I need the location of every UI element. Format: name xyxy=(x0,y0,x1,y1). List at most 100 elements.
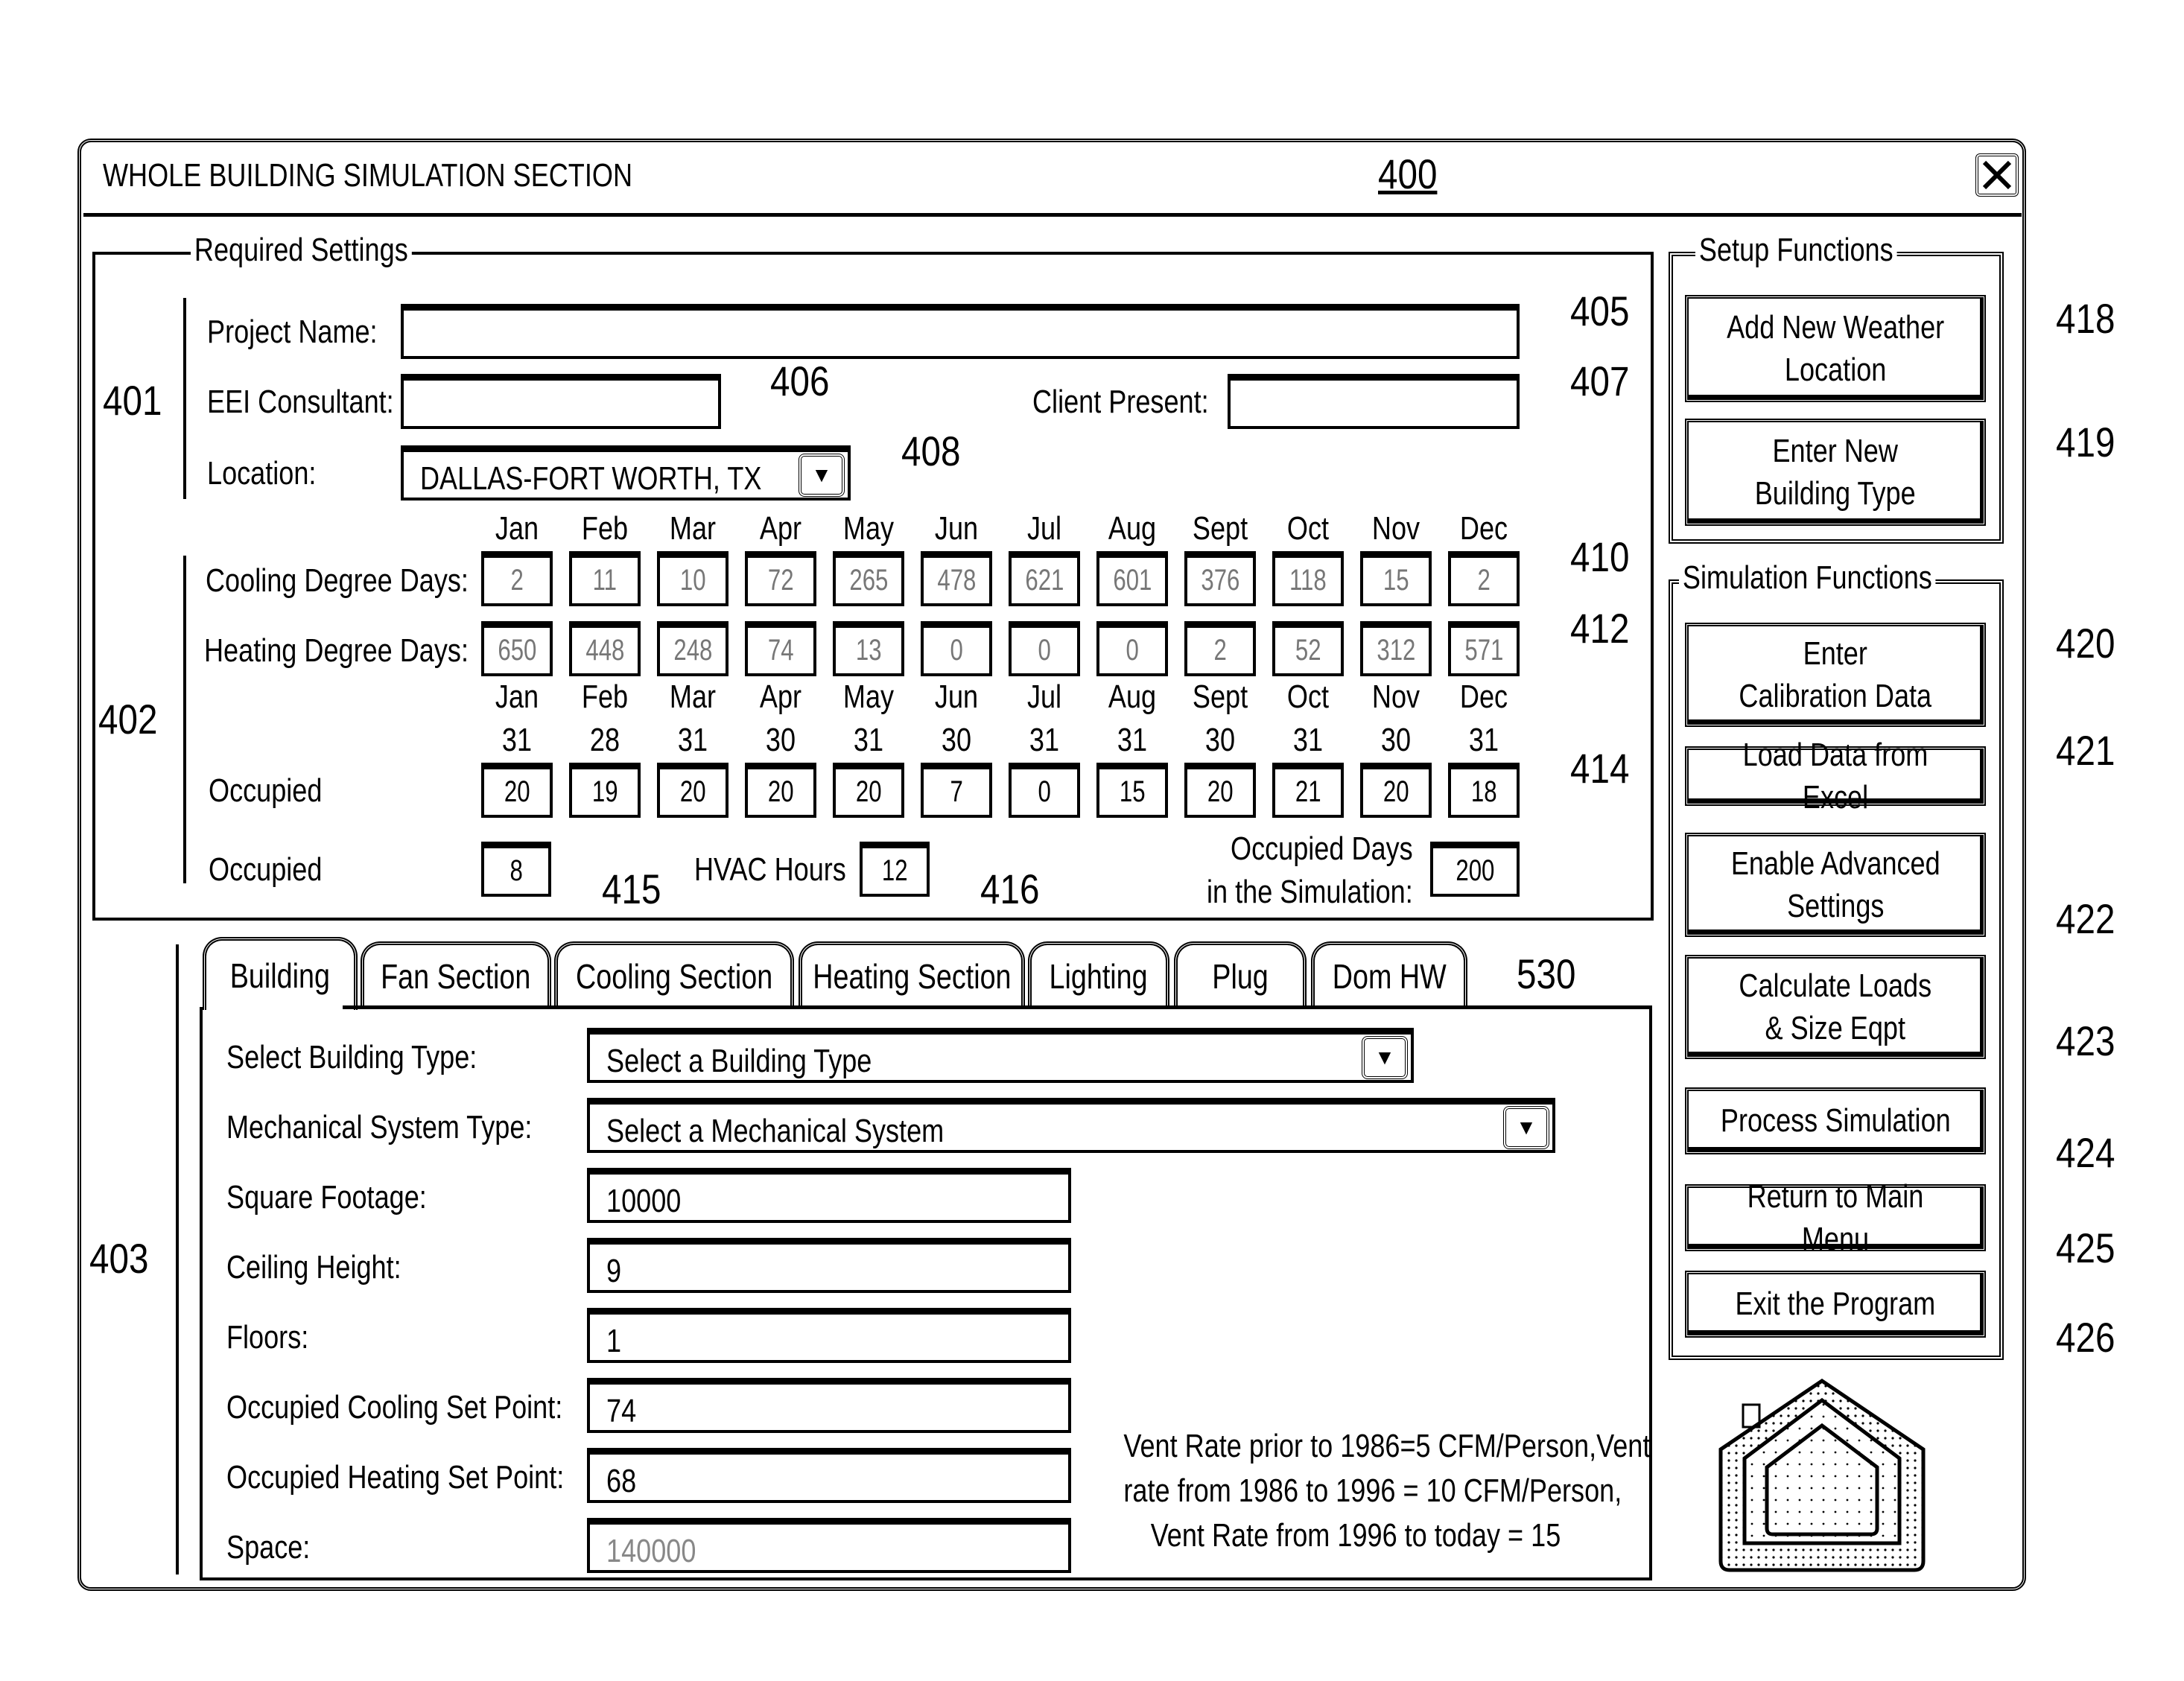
close-button[interactable] xyxy=(1975,153,2019,197)
heating-degree-day-cell[interactable]: 2 xyxy=(1184,621,1256,676)
figure-ref-400: 400 xyxy=(1378,150,1438,197)
cooling-degree-day-cell[interactable]: 478 xyxy=(921,551,992,606)
cooling-degree-day-cell[interactable]: 376 xyxy=(1184,551,1256,606)
heating-degree-day-cell-value: 248 xyxy=(673,634,713,667)
occupied-days-cell[interactable]: 21 xyxy=(1272,763,1344,818)
cooling-degree-day-cell[interactable]: 2 xyxy=(1448,551,1520,606)
cooling-degree-day-cell[interactable]: 118 xyxy=(1272,551,1344,606)
tab-label: Fan Section xyxy=(381,956,531,996)
tab-lighting[interactable]: Lighting xyxy=(1028,941,1169,1007)
enter-new-building-type-button[interactable]: Enter New Building Type xyxy=(1685,419,1986,526)
occupied-days-cell[interactable]: 20 xyxy=(833,763,904,818)
floors-label: Floors: xyxy=(226,1319,309,1356)
occupied-days-cell[interactable]: 20 xyxy=(1360,763,1432,818)
heating-set-point-input[interactable]: 68 xyxy=(587,1448,1071,1503)
heating-degree-day-cell[interactable]: 0 xyxy=(1096,621,1168,676)
month-label: Dec xyxy=(1459,679,1508,715)
tab-fan-section[interactable]: Fan Section xyxy=(361,941,551,1007)
client-present-input[interactable] xyxy=(1228,374,1520,429)
cooling-degree-day-cell[interactable]: 601 xyxy=(1096,551,1168,606)
cooling-set-point-label: Occupied Cooling Set Point: xyxy=(226,1389,563,1426)
cooling-degree-day-cell-value: 2 xyxy=(510,564,524,597)
ceiling-height-input[interactable]: 9 xyxy=(587,1238,1071,1293)
days-in-month-label: 31 xyxy=(1292,722,1324,758)
square-footage-input[interactable]: 10000 xyxy=(587,1168,1071,1223)
ceiling-height-value: 9 xyxy=(606,1253,622,1289)
heating-degree-day-cell-value: 74 xyxy=(767,634,794,667)
cooling-degree-day-cell[interactable]: 2 xyxy=(481,551,553,606)
enter-calibration-data-button[interactable]: Enter Calibration Data xyxy=(1685,623,1986,727)
square-footage-value: 10000 xyxy=(606,1183,682,1219)
occupied-days-cell[interactable]: 19 xyxy=(569,763,641,818)
tab-dom-hw[interactable]: Dom HW xyxy=(1311,941,1467,1007)
occupied-days-cell[interactable]: 0 xyxy=(1009,763,1080,818)
occupied-days-cell[interactable]: 20 xyxy=(657,763,728,818)
heating-degree-day-cell[interactable]: 312 xyxy=(1360,621,1432,676)
occupied-days-sim-label-2: in the Simulation: xyxy=(1207,874,1413,910)
dropdown-button[interactable]: ▼ xyxy=(1503,1106,1549,1149)
heating-degree-day-cell[interactable]: 0 xyxy=(921,621,992,676)
dropdown-button[interactable]: ▼ xyxy=(1362,1036,1408,1079)
return-to-main-menu-button[interactable]: Return to Main Menu xyxy=(1685,1178,1986,1257)
ref-418: 418 xyxy=(2056,295,2115,342)
heating-degree-day-cell[interactable]: 0 xyxy=(1009,621,1080,676)
cooling-degree-day-cell[interactable]: 265 xyxy=(833,551,904,606)
cooling-degree-day-cell[interactable]: 10 xyxy=(657,551,728,606)
heating-degree-day-cell[interactable]: 650 xyxy=(481,621,553,676)
floors-input[interactable]: 1 xyxy=(587,1308,1071,1363)
mechanical-system-select[interactable]: Select a Mechanical System ▼ xyxy=(587,1098,1555,1153)
exit-the-program-button[interactable]: Exit the Program xyxy=(1685,1271,1986,1338)
occupied-hours-label: Occupied xyxy=(209,851,323,888)
days-in-month-label: 31 xyxy=(1117,722,1148,758)
cooling-degree-day-cell[interactable]: 11 xyxy=(569,551,641,606)
heating-degree-day-cell[interactable]: 13 xyxy=(833,621,904,676)
floors-value: 1 xyxy=(606,1323,622,1359)
occupied-days-cell[interactable]: 20 xyxy=(1184,763,1256,818)
cooling-degree-day-cell[interactable]: 621 xyxy=(1009,551,1080,606)
ref-420: 420 xyxy=(2056,620,2115,667)
triangle-down-icon: ▼ xyxy=(811,463,832,486)
location-label: Location: xyxy=(207,455,317,492)
ref-414: 414 xyxy=(1570,745,1630,792)
cooling-degree-day-cell-value: 11 xyxy=(592,564,618,597)
tab-label: Heating Section xyxy=(812,956,1012,996)
occupied-days-cell[interactable]: 7 xyxy=(921,763,992,818)
heating-degree-day-cell-value: 0 xyxy=(1038,634,1051,667)
tab-cooling-section[interactable]: Cooling Section xyxy=(554,941,794,1007)
process-simulation-button[interactable]: Process Simulation xyxy=(1685,1087,1986,1154)
hvac-hours-input[interactable]: 12 xyxy=(860,842,930,897)
space-input[interactable]: 140000 xyxy=(587,1518,1071,1573)
cooling-degree-day-cell[interactable]: 72 xyxy=(745,551,816,606)
heating-degree-day-cell[interactable]: 448 xyxy=(569,621,641,676)
location-select[interactable]: DALLAS-FORT WORTH, TX ▼ xyxy=(401,445,851,501)
occupied-days-cell-value: 20 xyxy=(679,775,706,808)
tab-plug[interactable]: Plug xyxy=(1174,941,1307,1007)
location-dropdown-button[interactable]: ▼ xyxy=(799,454,845,497)
occupied-days-cell-value: 18 xyxy=(1470,775,1497,808)
occupied-hours-input[interactable]: 8 xyxy=(481,842,551,897)
cooling-degree-day-cell[interactable]: 15 xyxy=(1360,551,1432,606)
enable-advanced-settings-button[interactable]: Enable Advanced Settings xyxy=(1685,833,1986,937)
vent-note-line-1: Vent Rate prior to 1986=5 CFM/Person,Ven… xyxy=(1123,1428,1651,1464)
load-data-from-excel-button[interactable]: Load Data from Excel xyxy=(1685,737,1986,816)
add-new-weather-location-button[interactable]: Add New Weather Location xyxy=(1685,295,1986,402)
ref-421: 421 xyxy=(2056,727,2115,774)
heating-degree-day-cell[interactable]: 52 xyxy=(1272,621,1344,676)
occupied-days-cell[interactable]: 20 xyxy=(481,763,553,818)
heating-degree-day-cell[interactable]: 571 xyxy=(1448,621,1520,676)
tab-building[interactable]: Building xyxy=(203,937,358,1010)
button-label: Return to Main Menu xyxy=(1747,1178,1924,1257)
tab-heating-section[interactable]: Heating Section xyxy=(799,941,1025,1007)
eei-consultant-input[interactable] xyxy=(401,374,721,429)
building-type-select[interactable]: Select a Building Type ▼ xyxy=(587,1028,1414,1083)
occupied-days-sim-input[interactable]: 200 xyxy=(1430,842,1520,897)
occupied-days-cell[interactable]: 15 xyxy=(1096,763,1168,818)
cooling-set-point-input[interactable]: 74 xyxy=(587,1378,1071,1433)
occupied-days-cell[interactable]: 20 xyxy=(745,763,816,818)
calculate-loads-size-eqpt-button[interactable]: Calculate Loads & Size Eqpt xyxy=(1685,955,1986,1059)
project-name-input[interactable] xyxy=(401,304,1520,359)
occupied-days-label: Occupied xyxy=(209,772,323,809)
heating-degree-day-cell[interactable]: 74 xyxy=(745,621,816,676)
heating-degree-day-cell[interactable]: 248 xyxy=(657,621,728,676)
occupied-days-cell[interactable]: 18 xyxy=(1448,763,1520,818)
